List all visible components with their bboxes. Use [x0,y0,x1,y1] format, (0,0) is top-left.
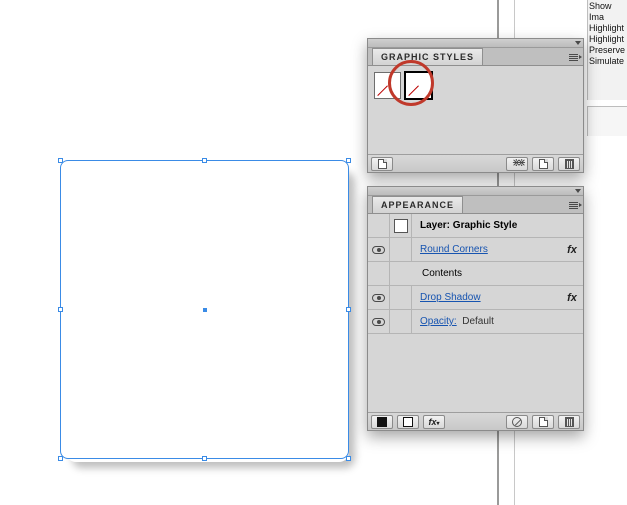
opt-line: Preserve [589,45,627,56]
layer-label: Layer: Graphic Style [412,220,583,231]
spacer [390,238,412,261]
new-doc-icon [539,159,548,169]
break-link-button[interactable]: ⋇⋇ [506,157,528,171]
style-swatch-default[interactable] [374,72,401,99]
fx-badge-icon: fx [561,292,583,304]
selection-handle[interactable] [202,158,207,163]
opt-line: Show Ima [589,1,627,23]
selection-handle[interactable] [346,456,351,461]
fx-icon: fx▾ [428,417,439,427]
delete-style-button[interactable] [558,157,580,171]
contents-label: Contents [390,268,583,279]
panel-drag-bar[interactable] [368,187,583,196]
panel-tab-row: APPEARANCE [368,196,583,214]
selection-handle[interactable] [58,158,63,163]
selection-handle[interactable] [58,307,63,312]
clear-appearance-button[interactable] [506,415,528,429]
spacer [390,310,412,333]
effect-link-drop-shadow[interactable]: Drop Shadow [412,292,561,303]
tab-graphic-styles[interactable]: GRAPHIC STYLES [372,48,483,65]
opt-line: Simulate [589,56,627,67]
clear-icon [512,417,522,427]
tab-appearance[interactable]: APPEARANCE [372,196,463,213]
styles-library-button[interactable] [371,157,393,171]
visibility-toggle[interactable] [368,286,390,309]
visibility-toggle[interactable] [368,238,390,261]
panel-tab-row: GRAPHIC STYLES [368,48,583,66]
add-new-fill-button[interactable] [371,415,393,429]
trash-icon [565,417,574,427]
flyout-icon [569,202,578,209]
appearance-row-round-corners[interactable]: Round Corners fx [368,238,583,262]
panel-flyout-menu-button[interactable] [567,51,579,63]
no-style-slash-icon [377,85,388,96]
opacity-value: Default [462,316,494,327]
appearance-row-drop-shadow[interactable]: Drop Shadow fx [368,286,583,310]
selection-handle[interactable] [346,158,351,163]
no-style-slash-icon [408,85,419,96]
library-icon [378,159,387,169]
opt-line: Highlight [589,23,627,34]
selection-handle[interactable] [346,307,351,312]
appearance-body: Layer: Graphic Style Round Corners fx Co… [368,214,583,412]
new-style-button[interactable] [532,157,554,171]
selection-center [203,308,207,312]
panel-drag-bar[interactable] [368,39,583,48]
collapse-icon[interactable] [575,41,581,45]
fx-badge-icon: fx [561,244,583,256]
appearance-panel[interactable]: APPEARANCE Layer: Graphic Style Round Co… [367,186,584,431]
add-new-stroke-button[interactable] [397,415,419,429]
fill-icon [377,417,387,427]
layer-thumb-icon [394,219,408,233]
new-doc-icon [539,417,548,427]
selected-rectangle[interactable] [60,160,349,459]
delete-item-button[interactable] [558,415,580,429]
break-link-icon: ⋇⋇ [512,158,522,169]
eye-icon [372,294,385,302]
selection-handle[interactable] [202,456,207,461]
spacer [390,286,412,309]
appearance-row-contents[interactable]: Contents [368,262,583,286]
right-options-fragment: Show Ima Highlight Highlight Preserve Si… [587,0,627,100]
selection-handle[interactable] [58,456,63,461]
stroke-icon [403,417,413,427]
eye-icon [372,246,385,254]
effect-link-round-corners[interactable]: Round Corners [412,244,561,255]
appearance-row-opacity[interactable]: Opacity: Default [368,310,583,334]
eye-icon [372,318,385,326]
right-panel-fragment [587,106,627,136]
opacity-cell: Opacity: Default [412,316,583,327]
opt-line: Highlight [589,34,627,45]
graphic-styles-footer: ⋇⋇ [368,154,583,172]
add-effect-button[interactable]: fx▾ [423,415,445,429]
flyout-icon [569,54,578,61]
trash-icon [565,159,574,169]
visibility-toggle[interactable] [368,310,390,333]
graphic-styles-panel[interactable]: GRAPHIC STYLES ⋇⋇ [367,38,584,173]
panel-flyout-menu-button[interactable] [567,199,579,211]
graphic-styles-body[interactable] [368,66,583,154]
collapse-icon[interactable] [575,189,581,193]
style-swatch-current[interactable] [405,72,432,99]
visibility-col-empty [368,214,390,237]
appearance-footer: fx▾ [368,412,583,430]
duplicate-item-button[interactable] [532,415,554,429]
opacity-link[interactable]: Opacity: [420,316,457,327]
appearance-layer-row[interactable]: Layer: Graphic Style [368,214,583,238]
visibility-col-empty [368,262,390,285]
